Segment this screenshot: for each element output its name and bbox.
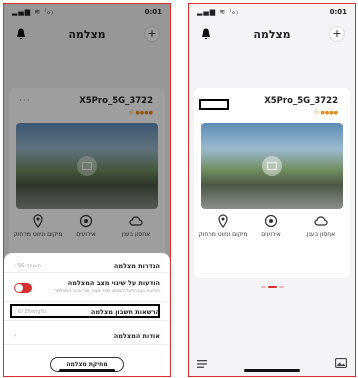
row-status-notifications: הודעות על שינוי מצב המצלמה הודעות כגון ה…: [4, 274, 170, 302]
row-value: ‹ 5G משותף: [14, 263, 42, 269]
phone-screen-settings: ▂▄▆ ≋ ⁽ₒ₎ 0:01 מצלמה + ··· X5Pro_5G_3722…: [3, 3, 171, 377]
menu-icon[interactable]: [197, 360, 207, 368]
add-camera-button[interactable]: +: [329, 26, 345, 42]
row-title: הגדרות מצלמה: [113, 262, 160, 270]
action-label: מיקום וניווט מרחוק: [198, 231, 248, 238]
phone-screen-camera: ▂▄▆ ≋ ⁽ₒ₎ 0:01 מצלמה + ··· X5Pro_5G_3722…: [188, 3, 356, 377]
home-indicator[interactable]: [59, 369, 115, 372]
signal-wifi-icon: ▂▄▆ ≋ ⁽ₒ₎: [197, 8, 239, 16]
status-bar: ▂▄▆ ≋ ⁽ₒ₎ 0:01: [189, 4, 355, 20]
cloud-icon: [314, 216, 328, 226]
row-title: הודעות על שינוי מצב המצלמה: [67, 279, 160, 287]
row-about-camera[interactable]: › אודות המצלמה: [4, 327, 170, 345]
app-header: מצלמה +: [189, 20, 355, 50]
more-icon[interactable]: ···: [204, 97, 216, 106]
camera-actions: מיקום וניווט מרחוק אירועים אחסון בענן: [194, 214, 350, 254]
row-camera-settings[interactable]: ‹ 5G משותף הגדרות מצלמה: [4, 257, 170, 273]
row-account-permissions[interactable]: ‹ ID ZhengYu הרשאות חשבון מצלמה: [4, 303, 170, 321]
row-title: הרשאות חשבון מצלמה: [90, 308, 160, 316]
row-value: ‹ ID ZhengYu: [14, 309, 47, 315]
camera-preview[interactable]: [201, 123, 343, 209]
page-indicator: [189, 286, 355, 288]
camera-card[interactable]: ··· X5Pro_5G_3722 ⓪ ●●●● מיקום וניווט מר…: [194, 88, 350, 278]
action-remote-location[interactable]: מיקום וניווט מרחוק: [198, 214, 248, 238]
location-pin-icon: [218, 214, 228, 228]
home-indicator[interactable]: [244, 369, 300, 372]
camera-status: ⓪ ●●●●: [313, 110, 338, 116]
notifications-toggle[interactable]: [14, 283, 32, 293]
status-time: 0:01: [329, 8, 347, 16]
action-cloud-storage[interactable]: אחסון בענן: [296, 214, 346, 238]
events-icon: [264, 214, 278, 228]
row-title: אודות המצלמה: [113, 332, 160, 340]
chevron-icon: ›: [14, 332, 17, 339]
camera-model: X5Pro_5G_3722: [264, 96, 338, 106]
video-camera-icon[interactable]: [262, 156, 282, 176]
settings-sheet: ‹ 5G משותף הגדרות מצלמה הודעות על שינוי …: [4, 253, 170, 376]
gallery-icon[interactable]: [335, 358, 347, 368]
row-subtitle: הודעות כגון הפעלה/כיבוי, שינוי מצב, וכו'…: [53, 289, 160, 294]
action-label: אירועים: [261, 231, 281, 238]
action-events[interactable]: אירועים: [246, 214, 296, 238]
action-label: אחסון בענן: [306, 231, 336, 238]
